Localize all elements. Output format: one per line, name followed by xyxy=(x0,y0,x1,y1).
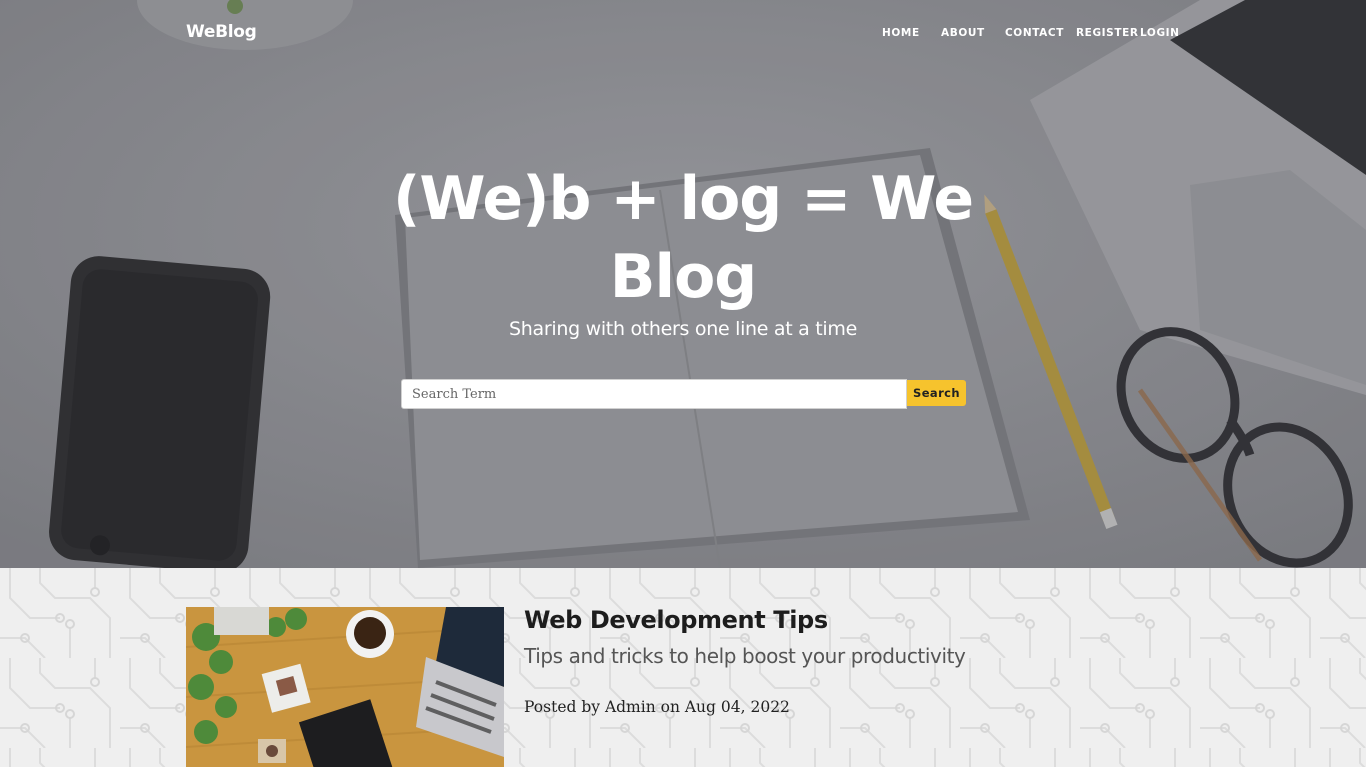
nav-link-contact[interactable]: CONTACT xyxy=(1005,27,1064,39)
post-meta: Posted by Admin on Aug 04, 2022 xyxy=(524,698,790,716)
nav-link-home[interactable]: HOME xyxy=(882,27,920,39)
hero-title: (We)b + log = We Blog xyxy=(392,164,974,312)
hero-section: WeBlog HOME ABOUT CONTACT REGISTER LOGIN… xyxy=(0,0,1366,568)
post-subtitle: Tips and tricks to help boost your produ… xyxy=(524,644,966,668)
hero-subtitle: Sharing with others one line at a time xyxy=(509,318,857,340)
nav-link-about[interactable]: ABOUT xyxy=(941,27,985,39)
nav-link-login[interactable]: LOGIN xyxy=(1140,27,1180,39)
post-title-link[interactable]: Web Development Tips xyxy=(524,606,828,634)
main-nav: HOME ABOUT CONTACT REGISTER LOGIN xyxy=(0,27,1366,41)
search-input[interactable] xyxy=(401,379,907,409)
post-thumbnail-image[interactable] xyxy=(186,607,504,767)
posts-section: Web Development Tips Tips and tricks to … xyxy=(0,568,1366,767)
nav-link-register[interactable]: REGISTER xyxy=(1076,27,1139,39)
search-button[interactable]: Search xyxy=(907,380,966,406)
desk-photo-image xyxy=(186,607,504,767)
